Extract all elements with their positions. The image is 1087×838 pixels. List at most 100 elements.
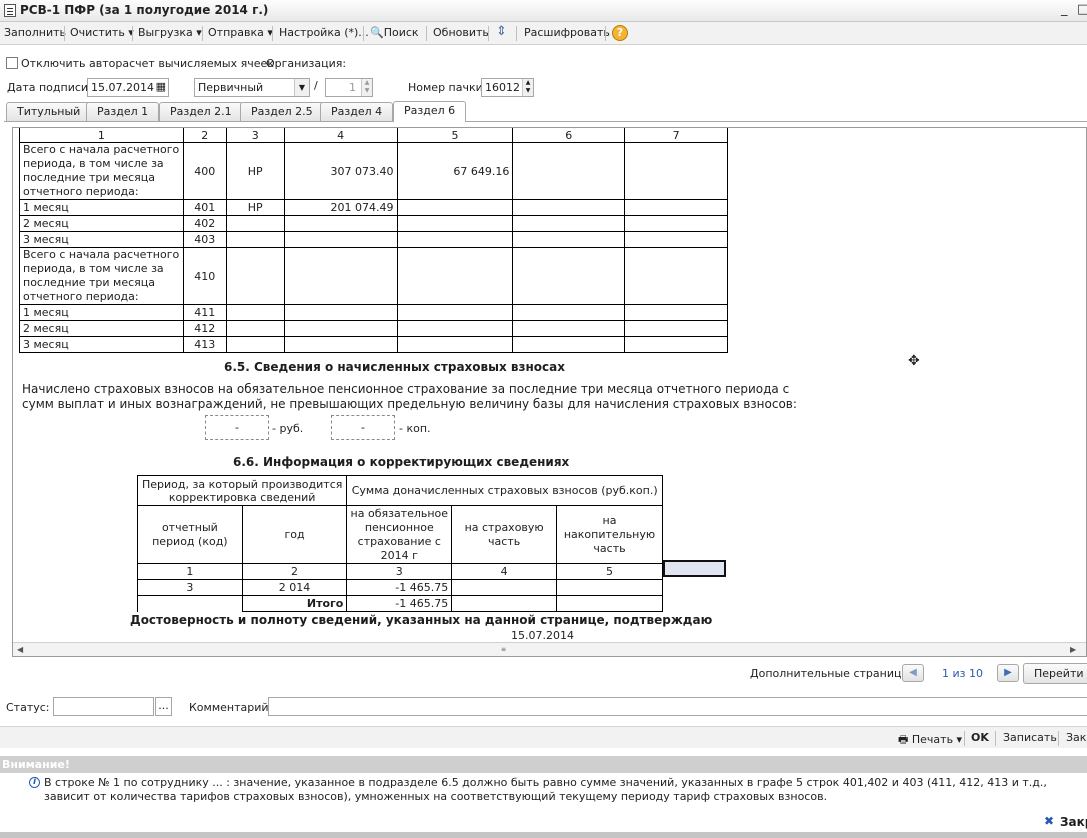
table-total-row: Итого -1 465.75 xyxy=(137,595,663,612)
tariff-cell[interactable] xyxy=(225,247,285,305)
value-cell[interactable] xyxy=(512,247,626,305)
tab-section-2-1[interactable]: Раздел 2.1 xyxy=(159,102,243,121)
settings-button[interactable]: Настройка (*)... xyxy=(279,26,369,39)
horizontal-scrollbar[interactable]: ◀ ≡ ▶ xyxy=(13,642,1086,656)
chevron-down-icon[interactable]: ▼ xyxy=(294,79,309,96)
tariff-cell[interactable] xyxy=(225,304,285,321)
value-cell[interactable] xyxy=(512,215,626,232)
value-cell[interactable] xyxy=(283,215,398,232)
value-cell[interactable] xyxy=(283,320,398,337)
value-cell[interactable] xyxy=(396,336,514,353)
tariff-cell[interactable] xyxy=(225,215,285,232)
value-cell[interactable] xyxy=(512,304,626,321)
tab-section-6[interactable]: Раздел 6 xyxy=(393,101,467,122)
value-cell[interactable] xyxy=(512,142,626,200)
date-label: Дата подписи: xyxy=(7,81,92,94)
column-number: 3 xyxy=(346,563,453,580)
spinner-icon[interactable]: ▲ ▼ xyxy=(522,79,533,96)
value-cell[interactable] xyxy=(624,231,728,248)
go-button[interactable]: Перейти xyxy=(1023,663,1087,684)
value-cell[interactable] xyxy=(512,231,626,248)
scroll-right-icon[interactable]: ▶ xyxy=(1070,645,1076,654)
value-cell[interactable] xyxy=(283,304,398,321)
value-cell[interactable] xyxy=(624,142,728,200)
prev-page-button[interactable]: ◀ xyxy=(902,664,924,682)
insurance-part-cell[interactable] xyxy=(451,579,558,596)
scroll-thumb[interactable]: ≡ xyxy=(501,646,506,653)
spinner-icon[interactable]: ▲ ▼ xyxy=(361,79,372,96)
table-header-row: Период, за который производится корректи… xyxy=(136,475,663,506)
value-cell[interactable] xyxy=(396,231,514,248)
confirmation-text: Достоверность и полноту сведений, указан… xyxy=(130,613,713,627)
type-select[interactable]: Первичный ▼ xyxy=(194,78,310,97)
ops-cell[interactable]: -1 465.75 xyxy=(346,579,453,596)
value-cell[interactable] xyxy=(396,199,514,216)
selected-cell[interactable] xyxy=(663,560,726,577)
tariff-cell[interactable]: НР xyxy=(225,142,285,200)
value-cell[interactable] xyxy=(283,231,398,248)
kop-input[interactable]: - xyxy=(331,415,395,440)
value-cell[interactable] xyxy=(512,336,626,353)
period-code-cell[interactable]: 3 xyxy=(137,579,243,596)
send-button[interactable]: Отправка ▾ xyxy=(208,26,273,39)
close-button[interactable]: Закрыть xyxy=(1066,731,1087,744)
warning-line-1: В строке № 1 по сотруднику ... : значени… xyxy=(44,776,1047,789)
rub-input[interactable]: - xyxy=(205,415,269,440)
clear-button[interactable]: Очистить ▾ xyxy=(70,26,134,39)
value-cell[interactable] xyxy=(283,247,398,305)
calendar-icon[interactable]: ▦ xyxy=(156,80,166,93)
close-icon[interactable]: ✖ xyxy=(1044,814,1054,828)
search-button[interactable]: 🔍Поиск xyxy=(370,26,419,39)
value-cell[interactable] xyxy=(624,320,728,337)
year-cell[interactable]: 2 014 xyxy=(241,579,348,596)
save-button[interactable]: Записать xyxy=(1003,731,1057,744)
value-cell[interactable] xyxy=(283,336,398,353)
tariff-cell[interactable] xyxy=(225,320,285,337)
close-messages-button[interactable]: Закрыть xyxy=(1060,815,1087,829)
next-page-button[interactable]: ▶ xyxy=(997,664,1019,682)
row-description: 3 месяц xyxy=(19,336,184,353)
toolbar-separator xyxy=(202,26,203,41)
tab-section-4[interactable]: Раздел 4 xyxy=(320,102,394,121)
value-cell[interactable] xyxy=(624,247,728,305)
scroll-left-icon[interactable]: ◀ xyxy=(17,645,23,654)
tariff-cell[interactable] xyxy=(225,231,285,248)
comment-input[interactable] xyxy=(268,697,1087,716)
refresh-button[interactable]: Обновить xyxy=(433,26,489,39)
tab-title-page[interactable]: Титульный xyxy=(6,102,92,121)
tariff-cell[interactable] xyxy=(225,336,285,353)
expand-collapse-icon[interactable]: ⇕ xyxy=(496,24,507,39)
value-cell[interactable] xyxy=(624,215,728,232)
value-cell[interactable] xyxy=(396,215,514,232)
correction-number-input[interactable]: 1 ▲ ▼ xyxy=(325,78,373,97)
value-cell[interactable] xyxy=(624,199,728,216)
value-cell[interactable] xyxy=(396,247,514,305)
tariff-cell[interactable]: НР xyxy=(225,199,285,216)
tab-section-2-5[interactable]: Раздел 2.5 xyxy=(240,102,324,121)
value-cell[interactable] xyxy=(396,304,514,321)
status-select-button[interactable]: ... xyxy=(155,697,172,716)
value-cell[interactable] xyxy=(396,320,514,337)
maximize-icon[interactable]: □ xyxy=(1077,2,1087,17)
minimize-icon[interactable]: _ xyxy=(1061,2,1068,17)
value-cell[interactable] xyxy=(512,320,626,337)
value-cell[interactable]: 201 074.49 xyxy=(283,199,398,216)
value-cell[interactable] xyxy=(624,304,728,321)
print-button[interactable]: 🖶 Печать ▾ xyxy=(898,731,962,750)
decode-button[interactable]: Расшифровать xyxy=(524,26,610,39)
value-cell[interactable] xyxy=(624,336,728,353)
autocalc-checkbox[interactable] xyxy=(6,57,18,69)
value-cell[interactable]: 307 073.40 xyxy=(283,142,398,200)
value-cell[interactable]: 67 649.16 xyxy=(396,142,514,200)
pack-number-input[interactable]: 16012 ▲ ▼ xyxy=(481,78,534,97)
funded-part-cell[interactable] xyxy=(556,579,663,596)
status-input[interactable] xyxy=(53,697,154,716)
tab-section-1[interactable]: Раздел 1 xyxy=(86,102,160,121)
date-input[interactable]: 15.07.2014 ▦ xyxy=(87,78,169,97)
ok-button[interactable]: OK xyxy=(971,731,989,744)
help-icon[interactable]: ? xyxy=(612,25,628,41)
fill-button[interactable]: Заполнить xyxy=(4,26,66,39)
export-button[interactable]: Выгрузка ▾ xyxy=(138,26,202,39)
row-code: 411 xyxy=(182,304,227,321)
value-cell[interactable] xyxy=(512,199,626,216)
